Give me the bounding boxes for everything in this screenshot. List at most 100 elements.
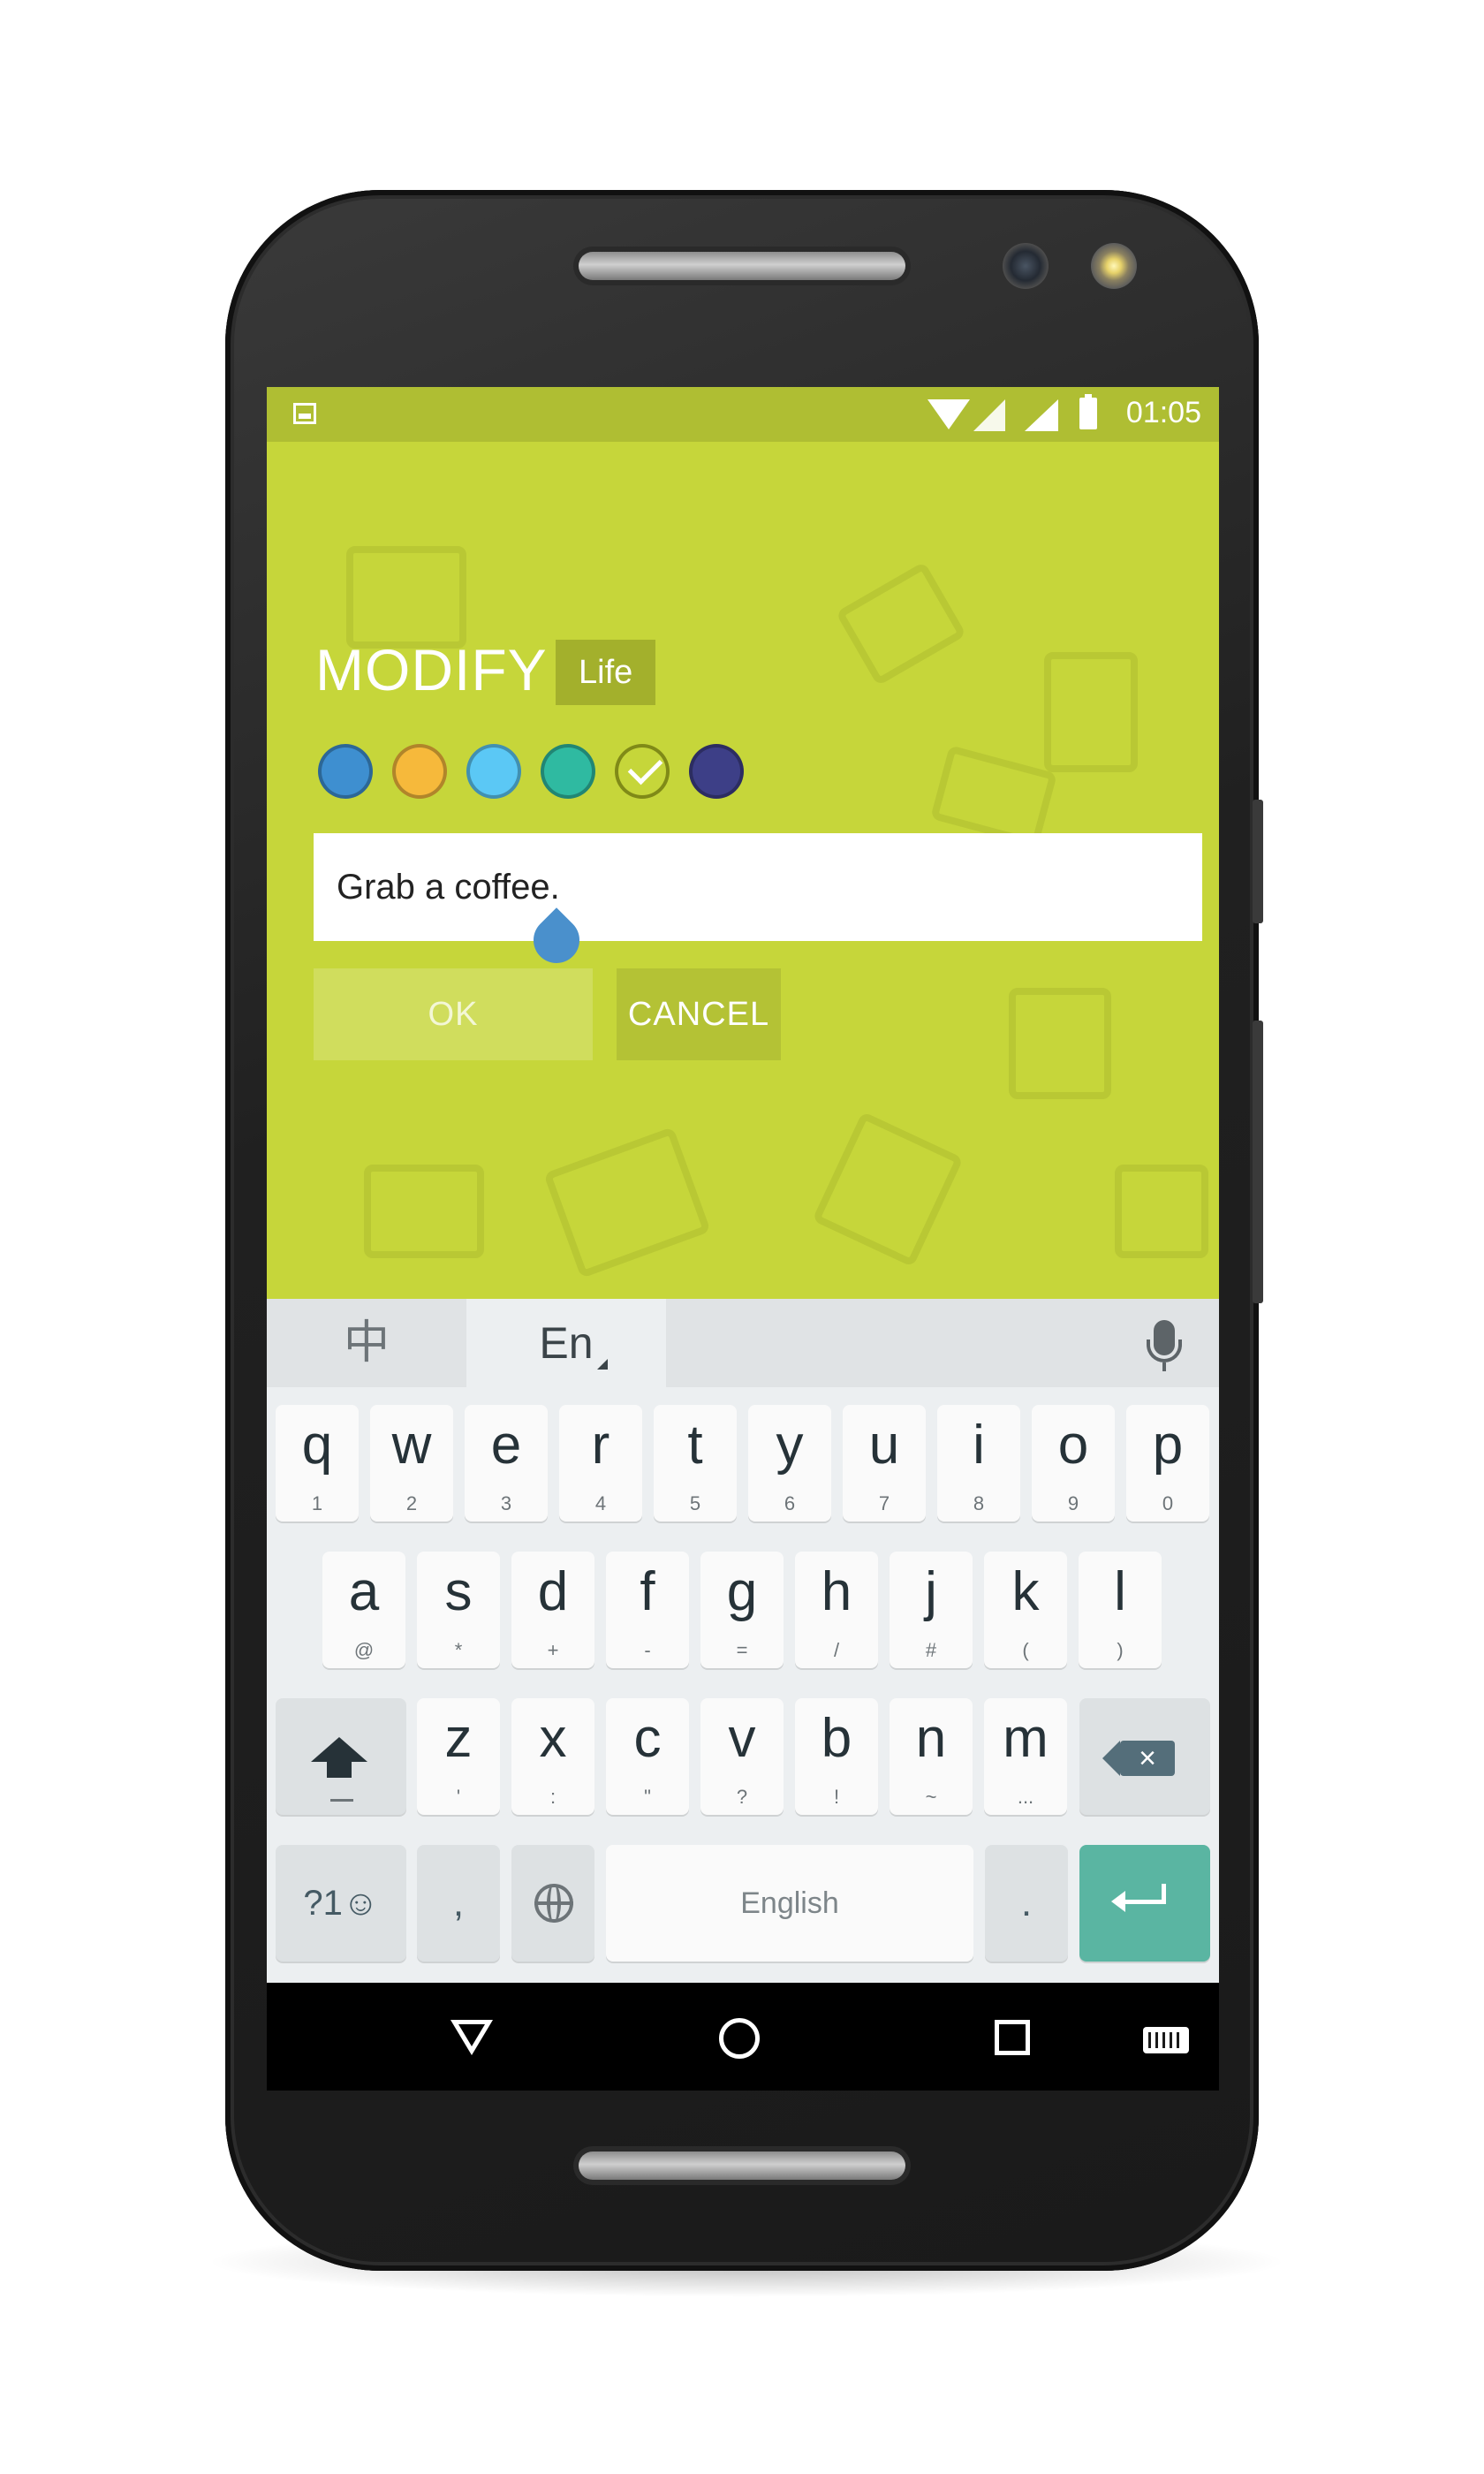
front-flash bbox=[1091, 243, 1137, 289]
key-letter: d bbox=[537, 1561, 569, 1622]
period-key[interactable]: . bbox=[985, 1845, 1068, 1962]
key-hint: 8 bbox=[973, 1492, 985, 1514]
key-hint: * bbox=[454, 1639, 463, 1661]
status-bar: 01:05 bbox=[267, 387, 1219, 442]
key-hint: 1 bbox=[311, 1492, 323, 1514]
comma-key[interactable]: , bbox=[417, 1845, 500, 1962]
home-icon[interactable] bbox=[719, 2018, 760, 2059]
key-n[interactable]: n ~ bbox=[890, 1698, 973, 1815]
key-letter: v bbox=[728, 1708, 756, 1769]
category-badge[interactable]: Life bbox=[556, 640, 656, 705]
key-hint: ! bbox=[833, 1786, 840, 1808]
key-hint: 3 bbox=[500, 1492, 512, 1514]
key-letter: w bbox=[391, 1415, 432, 1476]
color-swatch[interactable] bbox=[466, 744, 521, 799]
color-swatch[interactable] bbox=[541, 744, 595, 799]
shift-key[interactable] bbox=[276, 1698, 406, 1815]
key-q[interactable]: q1 bbox=[276, 1405, 359, 1522]
key-h[interactable]: h / bbox=[795, 1552, 878, 1668]
microphone-icon[interactable] bbox=[1147, 1320, 1182, 1371]
key-letter: k bbox=[1011, 1561, 1040, 1622]
color-swatch[interactable] bbox=[392, 744, 447, 799]
background-pattern bbox=[364, 1165, 484, 1258]
key-hint: ' bbox=[456, 1786, 461, 1808]
cancel-button[interactable]: CANCEL bbox=[617, 968, 781, 1060]
key-i[interactable]: i8 bbox=[937, 1405, 1020, 1522]
key-hint: ... bbox=[1017, 1786, 1034, 1808]
key-letter: r bbox=[591, 1415, 610, 1476]
language-chinese-tab[interactable]: 中 bbox=[267, 1299, 466, 1387]
key-d[interactable]: d + bbox=[511, 1552, 594, 1668]
key-a[interactable]: a @ bbox=[322, 1552, 405, 1668]
keyboard-switch-icon[interactable] bbox=[1143, 2027, 1189, 2053]
key-e[interactable]: e3 bbox=[465, 1405, 548, 1522]
key-u[interactable]: u7 bbox=[843, 1405, 926, 1522]
key-letter: e bbox=[490, 1415, 522, 1476]
task-text-field[interactable]: Grab a coffee. bbox=[314, 833, 1202, 941]
key-s[interactable]: s * bbox=[417, 1552, 500, 1668]
key-g[interactable]: g = bbox=[700, 1552, 784, 1668]
background-pattern bbox=[930, 745, 1057, 847]
bottom-speaker bbox=[579, 2151, 905, 2180]
key-l[interactable]: l) bbox=[1079, 1552, 1162, 1668]
color-picker bbox=[318, 744, 848, 808]
background-pattern bbox=[812, 1111, 964, 1268]
key-k[interactable]: k( bbox=[984, 1552, 1067, 1668]
key-m[interactable]: m... bbox=[984, 1698, 1067, 1815]
key-hint: @ bbox=[353, 1639, 375, 1661]
navigation-bar bbox=[267, 1983, 1219, 2091]
key-b[interactable]: b! bbox=[795, 1698, 878, 1815]
page-title: MODIFY bbox=[315, 637, 548, 702]
soft-keyboard: 中 En q 1 w 2 e 3 r 4 t 5 y 6 u 7 i 8 o 9 p 0 a @ s * d + f - g = h / j # k… bbox=[267, 1299, 1219, 1983]
color-swatch[interactable] bbox=[689, 744, 744, 799]
key-f[interactable]: f- bbox=[606, 1552, 689, 1668]
key-letter: a bbox=[348, 1561, 380, 1622]
key-letter: j bbox=[925, 1561, 937, 1622]
key-hint: / bbox=[833, 1639, 840, 1661]
color-swatch[interactable] bbox=[615, 744, 670, 799]
key-z[interactable]: z ' bbox=[417, 1698, 500, 1815]
enter-key[interactable] bbox=[1079, 1845, 1210, 1962]
shift-icon bbox=[311, 1737, 367, 1778]
key-r[interactable]: r4 bbox=[559, 1405, 642, 1522]
key-o[interactable]: o9 bbox=[1032, 1405, 1115, 1522]
battery-icon bbox=[1079, 394, 1097, 429]
ok-button[interactable]: OK bbox=[314, 968, 593, 1060]
key-v[interactable]: v? bbox=[700, 1698, 784, 1815]
back-icon[interactable] bbox=[450, 2020, 493, 2055]
key-hint: + bbox=[547, 1639, 559, 1661]
shift-underline bbox=[330, 1799, 353, 1802]
key-y[interactable]: y6 bbox=[748, 1405, 831, 1522]
key-t[interactable]: t5 bbox=[654, 1405, 737, 1522]
space-bar[interactable]: English bbox=[606, 1845, 973, 1962]
key-letter: c bbox=[633, 1708, 662, 1769]
color-swatch[interactable] bbox=[318, 744, 373, 799]
key-letter: t bbox=[687, 1415, 703, 1476]
key-p[interactable]: p0 bbox=[1126, 1405, 1209, 1522]
signal-icon bbox=[1025, 399, 1058, 431]
period-label: . bbox=[1020, 1881, 1033, 1924]
key-letter: y bbox=[776, 1415, 804, 1476]
key-letter: q bbox=[301, 1415, 333, 1476]
key-letter: o bbox=[1057, 1415, 1089, 1476]
symbols-key[interactable]: ?1☺ bbox=[276, 1845, 406, 1962]
key-j[interactable]: j # bbox=[890, 1552, 973, 1668]
key-hint: 5 bbox=[689, 1492, 701, 1514]
volume-button bbox=[1253, 800, 1263, 923]
language-switch-key[interactable] bbox=[511, 1845, 594, 1962]
key-hint: - bbox=[644, 1639, 651, 1661]
language-english-tab[interactable]: En bbox=[466, 1299, 666, 1387]
key-w[interactable]: w2 bbox=[370, 1405, 453, 1522]
earpiece-speaker bbox=[579, 252, 905, 280]
background-pattern bbox=[1115, 1165, 1208, 1258]
key-letter: l bbox=[1114, 1561, 1126, 1622]
key-hint: = bbox=[736, 1639, 748, 1661]
background-pattern bbox=[346, 546, 466, 649]
key-c[interactable]: c " bbox=[606, 1698, 689, 1815]
key-x[interactable]: x: bbox=[511, 1698, 594, 1815]
key-letter: m bbox=[1003, 1708, 1049, 1769]
recents-icon[interactable] bbox=[995, 2020, 1030, 2055]
comma-label: , bbox=[452, 1881, 465, 1924]
enter-icon bbox=[1120, 1884, 1166, 1904]
backspace-key[interactable]: × bbox=[1079, 1698, 1210, 1815]
